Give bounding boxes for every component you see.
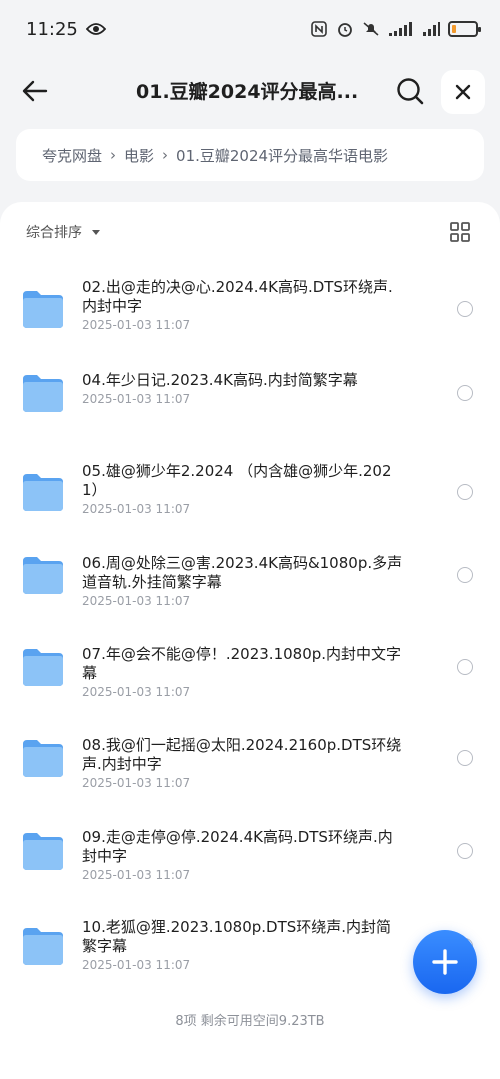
list-item[interactable]: 09.走@走停@停.2024.4K高码.DTS环绕声.内封中字 2025-01-0… [0,813,500,903]
folder-icon [23,291,63,328]
mute-icon [363,22,379,36]
breadcrumb-item-movies[interactable]: 电影 [124,145,154,166]
file-name: 05.雄@狮少年2.2024 （内含雄@狮少年.2021） [82,462,392,499]
folder-icon [23,740,63,777]
close-button[interactable] [441,70,485,114]
file-name: 08.我@们一起摇@太阳.2024.2160p.DTS环绕声.内封中字 [82,736,402,773]
back-arrow-icon [22,80,48,102]
folder-icon [23,557,63,594]
caret-down-icon [92,229,100,235]
alarm-icon [338,23,352,37]
file-date: 2025-01-03 11:07 [82,392,191,406]
close-icon [455,84,471,100]
signal-2-icon [423,22,440,36]
list-item[interactable]: 05.雄@狮少年2.2024 （内含雄@狮少年.2021） 2025-01-03 … [0,447,500,537]
file-date: 2025-01-03 11:07 [82,318,191,332]
select-radio[interactable] [457,750,473,766]
file-name: 04.年少日记.2023.4K高码.内封简繁字幕 [82,371,358,389]
select-radio[interactable] [457,843,473,859]
list-item[interactable]: 04.年少日记.2023.4K高码.内封简繁字幕 2025-01-03 11:07 [0,358,500,448]
list-item[interactable]: 07.年@会不能@停！.2023.1080p.内封中文字幕 2025-01-03 … [0,630,500,720]
back-button[interactable] [18,74,52,108]
search-button[interactable] [393,74,427,108]
list-item[interactable]: 06.周@处除三@害.2023.4K高码&1080p.多声道音轨.外挂简繁字幕 2… [0,539,500,629]
search-icon [397,78,424,105]
file-name: 09.走@走停@停.2024.4K高码.DTS环绕声.内封中字 [82,828,393,865]
select-radio[interactable] [457,484,473,500]
chevron-right-icon: › [162,146,169,164]
page-title: 01.豆瓣2024评分最高... [136,81,359,103]
list-item[interactable]: 08.我@们一起摇@太阳.2024.2160p.DTS环绕声.内封中字 2025-… [0,721,500,811]
header: 01.豆瓣2024评分最高... [0,60,500,122]
nfc-icon [311,21,327,37]
status-time: 11:25 [26,18,78,40]
sort-dropdown[interactable]: 综合排序 [26,222,100,242]
file-date: 2025-01-03 11:07 [82,685,191,699]
file-name: 02.出@走的决@心.2024.4K高码.DTS环绕声.内封中字 [82,278,393,315]
folder-icon [23,649,63,686]
plus-icon [432,949,458,975]
breadcrumb: 夸克网盘 › 电影 › 01.豆瓣2024评分最高华语电影 [16,129,484,181]
folder-icon [23,928,63,965]
file-name: 10.老狐@狸.2023.1080p.DTS环绕声.内封简繁字幕 [82,918,392,955]
file-date: 2025-01-03 11:07 [82,594,191,608]
eye-icon [85,23,106,35]
folder-icon [23,833,63,870]
breadcrumb-item-current[interactable]: 01.豆瓣2024评分最高华语电影 [176,145,388,166]
file-name: 06.周@处除三@害.2023.4K高码&1080p.多声道音轨.外挂简繁字幕 [82,554,403,591]
grid-view-icon[interactable] [449,221,471,243]
battery-icon [448,21,481,37]
signal-icon [389,22,412,36]
file-date: 2025-01-03 11:07 [82,958,191,972]
add-button[interactable] [413,930,477,994]
select-radio[interactable] [457,567,473,583]
folder-icon [23,474,63,511]
folder-icon [23,375,63,412]
list-item[interactable]: 02.出@走的决@心.2024.4K高码.DTS环绕声.内封中字 2025-01-… [0,262,500,352]
file-date: 2025-01-03 11:07 [82,868,191,882]
breadcrumb-item-root[interactable]: 夸克网盘 [42,145,102,166]
status-bar: 11:25 [0,0,500,58]
file-date: 2025-01-03 11:07 [82,502,191,516]
storage-summary: 8项 剩余可用空间9.23TB [175,1014,325,1029]
file-name: 07.年@会不能@停！.2023.1080p.内封中文字幕 [82,645,402,682]
chevron-right-icon: › [110,146,117,164]
file-date: 2025-01-03 11:07 [82,776,191,790]
select-radio[interactable] [457,301,473,317]
select-radio[interactable] [457,659,473,675]
sort-label: 综合排序 [26,225,82,241]
select-radio[interactable] [457,385,473,401]
